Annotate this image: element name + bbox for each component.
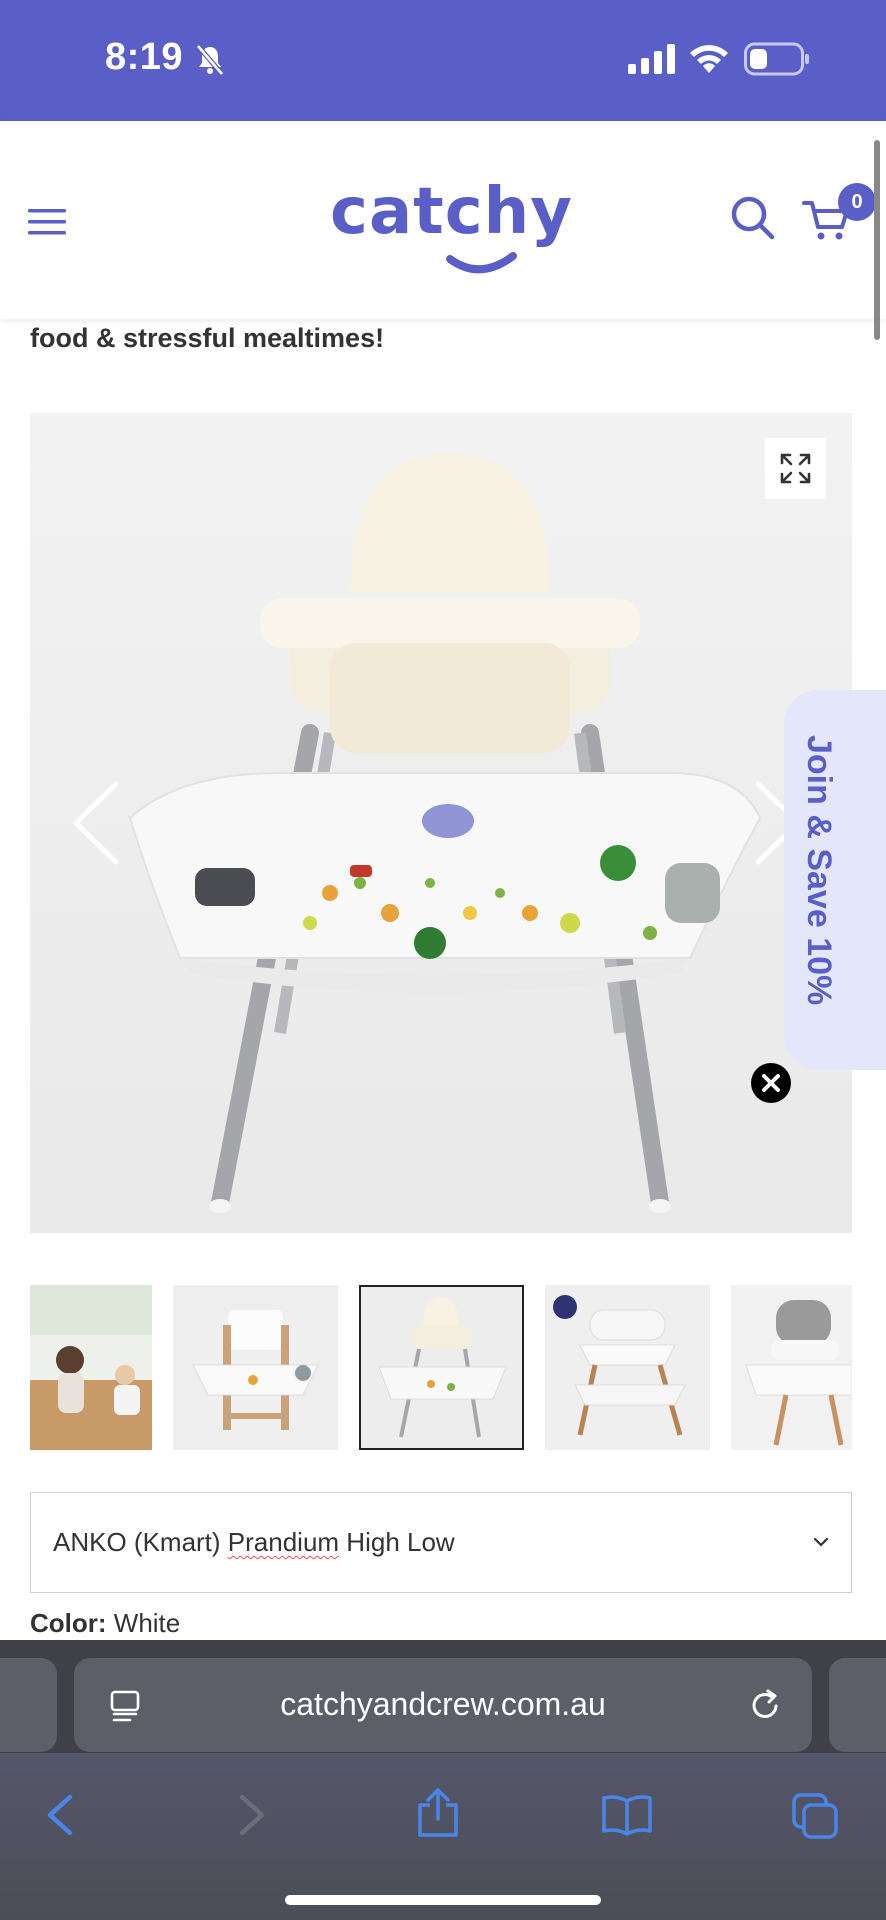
url-text[interactable]: catchyandcrew.com.au [74, 1686, 812, 1723]
status-bar: 8:19 [0, 0, 886, 121]
battery-icon [744, 42, 809, 76]
chevron-down-icon [813, 1537, 829, 1547]
wifi-icon [690, 45, 728, 73]
logo-smile-mark [446, 252, 517, 274]
catchy-logo[interactable]: catchy [330, 175, 572, 274]
back-arrow-icon[interactable] [44, 1793, 76, 1837]
variant-select[interactable]: ANKO (Kmart) Prandium High Low [30, 1492, 852, 1593]
wooden-leg-highchair-thumbnail-image [545, 1285, 710, 1450]
white-highchair-thumbnail-image [361, 1287, 522, 1448]
thumbnail-4[interactable] [545, 1285, 710, 1450]
close-popup-button[interactable] [751, 1063, 791, 1103]
share-icon[interactable] [414, 1787, 462, 1839]
carousel-prev-arrow-icon[interactable] [70, 780, 122, 866]
close-x-icon [762, 1074, 780, 1092]
address-bar-area: catchyandcrew.com.au [0, 1640, 886, 1753]
reload-icon[interactable] [748, 1686, 784, 1724]
browser-toolbar: catchyandcrew.com.au [0, 1640, 886, 1920]
page: 8:19 catchy 0 food & stressful mealtimes… [0, 0, 886, 1920]
product-tagline: food & stressful mealtimes! [30, 323, 385, 353]
thumbnail-1[interactable] [30, 1285, 152, 1450]
silent-bell-icon [196, 44, 224, 76]
address-bar[interactable]: catchyandcrew.com.au [74, 1658, 812, 1752]
page-scrollbar[interactable] [874, 140, 880, 340]
status-time: 8:19 [105, 36, 184, 78]
color-label: Color: White [30, 1608, 180, 1639]
browser-nav-bar [0, 1753, 886, 1920]
forward-arrow-icon[interactable] [236, 1793, 268, 1837]
variant-suffix: High Low [339, 1527, 455, 1557]
fullscreen-expand-button[interactable] [765, 438, 826, 499]
product-main-image[interactable] [30, 413, 852, 1233]
thumbnail-3-active[interactable] [359, 1285, 524, 1450]
variant-select-value: ANKO (Kmart) Prandium High Low [53, 1527, 455, 1558]
search-icon[interactable] [730, 195, 776, 241]
color-value: White [113, 1608, 181, 1638]
wooden-highchair-thumbnail-image [173, 1285, 338, 1450]
expand-arrows-icon [780, 453, 811, 484]
cart-count-badge[interactable]: 0 [838, 183, 876, 221]
site-header: catchy 0 [0, 121, 886, 319]
previous-tab-preview[interactable] [0, 1658, 57, 1752]
bookmarks-book-icon[interactable] [600, 1793, 654, 1837]
thumbnail-strip[interactable] [30, 1285, 852, 1450]
lifestyle-family-thumbnail-image [30, 1285, 152, 1450]
tabs-overview-icon[interactable] [790, 1791, 840, 1841]
hamburger-menu-icon[interactable] [28, 207, 68, 239]
variant-spellcheck-word: Prandium [227, 1527, 340, 1557]
grey-highchair-thumbnail-image [731, 1285, 852, 1450]
color-label-title: Color: [30, 1608, 107, 1638]
variant-prefix: ANKO (Kmart) [53, 1527, 228, 1557]
thumbnail-2[interactable] [173, 1285, 338, 1450]
join-and-save-label[interactable]: Join & Save 10% [799, 735, 838, 1005]
highchair-with-catch-tray-image [30, 413, 852, 1233]
cellular-signal-icon [628, 44, 675, 74]
thumbnail-5[interactable] [731, 1285, 852, 1450]
next-tab-preview[interactable] [829, 1658, 886, 1752]
home-indicator[interactable] [285, 1895, 601, 1905]
